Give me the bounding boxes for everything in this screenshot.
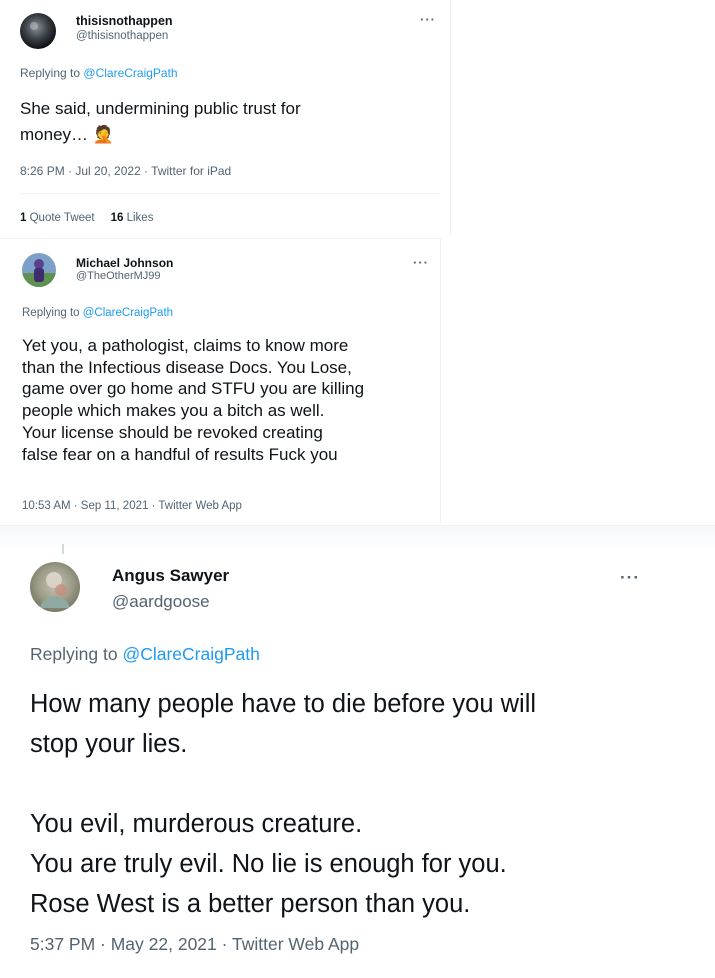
more-horizontal-icon[interactable]: ··· bbox=[620, 568, 640, 588]
more-horizontal-icon[interactable]: ··· bbox=[420, 12, 436, 27]
divider bbox=[20, 193, 440, 194]
likes-label: Likes bbox=[126, 212, 154, 224]
quote-label: Quote Tweet bbox=[29, 212, 95, 224]
reply-prefix: Replying to bbox=[20, 66, 81, 80]
author-handle[interactable]: @TheOtherMJ99 bbox=[76, 270, 161, 282]
reply-handle-link[interactable]: @ClareCraigPath bbox=[122, 644, 259, 664]
tweet-text-line: You are truly evil. No lie is enough for… bbox=[30, 850, 507, 878]
tweet-text: How many people have to die before you w… bbox=[30, 684, 536, 924]
tweet-timestamp[interactable]: 10:53 AM · Sep 11, 2021 · Twitter Web Ap… bbox=[22, 500, 242, 512]
tweet-text-line: She said, undermining public trust for bbox=[20, 99, 301, 118]
author-handle[interactable]: @thisisnothappen bbox=[76, 30, 168, 42]
tweet-stats: 1 Quote Tweet 16 Likes bbox=[20, 212, 153, 224]
likes-stat[interactable]: 16 Likes bbox=[111, 212, 154, 224]
tweet-text-line: than the Infectious disease Docs. You Lo… bbox=[22, 357, 352, 377]
likes-count: 16 bbox=[110, 212, 124, 224]
facepalm-emoji: 🤦 bbox=[92, 125, 114, 144]
tweet-card: Michael Johnson @TheOtherMJ99 ··· Replyi… bbox=[0, 238, 441, 524]
tweet-text: She said, undermining public trust for m… bbox=[20, 96, 301, 148]
tweet-card: thisisnothappen @thisisnothappen ··· Rep… bbox=[0, 0, 451, 236]
tweet-text-line: people which makes you a bitch as well. bbox=[22, 401, 325, 421]
replying-to: Replying to @ClareCraigPath bbox=[20, 66, 178, 80]
avatar[interactable] bbox=[22, 253, 56, 287]
author-name[interactable]: thisisnothappen bbox=[76, 14, 173, 28]
tweet-text-segment: money… bbox=[20, 125, 89, 144]
reply-handle-link[interactable]: @ClareCraigPath bbox=[83, 307, 173, 319]
more-horizontal-icon[interactable]: ··· bbox=[413, 255, 429, 270]
quote-count: 1 bbox=[20, 212, 27, 224]
tweet-text-line: You evil, murderous creature. bbox=[30, 810, 363, 838]
tweet-text-line: false fear on a handful of results Fuck … bbox=[22, 444, 338, 464]
reply-prefix: Replying to bbox=[30, 644, 118, 664]
tweet-text-line: Yet you, a pathologist, claims to know m… bbox=[22, 336, 349, 355]
thread-connector bbox=[62, 544, 64, 554]
cropped-header-strip bbox=[0, 526, 715, 552]
author-handle[interactable]: @aardgoose bbox=[112, 592, 210, 612]
reply-prefix: Replying to bbox=[22, 307, 80, 319]
reply-handle-link[interactable]: @ClareCraigPath bbox=[83, 66, 177, 80]
tweet-timestamp[interactable]: 5:37 PM · May 22, 2021 · Twitter Web App bbox=[30, 934, 359, 955]
quote-tweets-stat[interactable]: 1 Quote Tweet bbox=[20, 212, 95, 224]
tweet-timestamp[interactable]: 8:26 PM · Jul 20, 2022 · Twitter for iPa… bbox=[20, 164, 231, 178]
avatar[interactable] bbox=[30, 562, 80, 612]
author-name[interactable]: Michael Johnson bbox=[76, 256, 173, 270]
tweet-text-blank-line bbox=[30, 764, 536, 804]
tweet-text-line: How many people have to die before you w… bbox=[30, 690, 537, 718]
avatar[interactable] bbox=[20, 13, 56, 49]
replying-to: Replying to @ClareCraigPath bbox=[30, 644, 260, 665]
tweet-text-line: game over go home and STFU you are killi… bbox=[22, 379, 365, 399]
tweet-text: Yet you, a pathologist, claims to know m… bbox=[22, 335, 364, 465]
replying-to: Replying to @ClareCraigPath bbox=[22, 307, 173, 319]
tweet-text-line: money… 🤦 bbox=[20, 122, 301, 148]
author-name[interactable]: Angus Sawyer bbox=[112, 566, 229, 586]
tweet-text-line: Your license should be revoked creating bbox=[22, 422, 323, 442]
tweet-card: Angus Sawyer @aardgoose ··· Replying to … bbox=[0, 525, 715, 978]
tweet-text-line: Rose West is a better person than you. bbox=[30, 890, 471, 918]
tweet-text-line: stop your lies. bbox=[30, 730, 188, 758]
